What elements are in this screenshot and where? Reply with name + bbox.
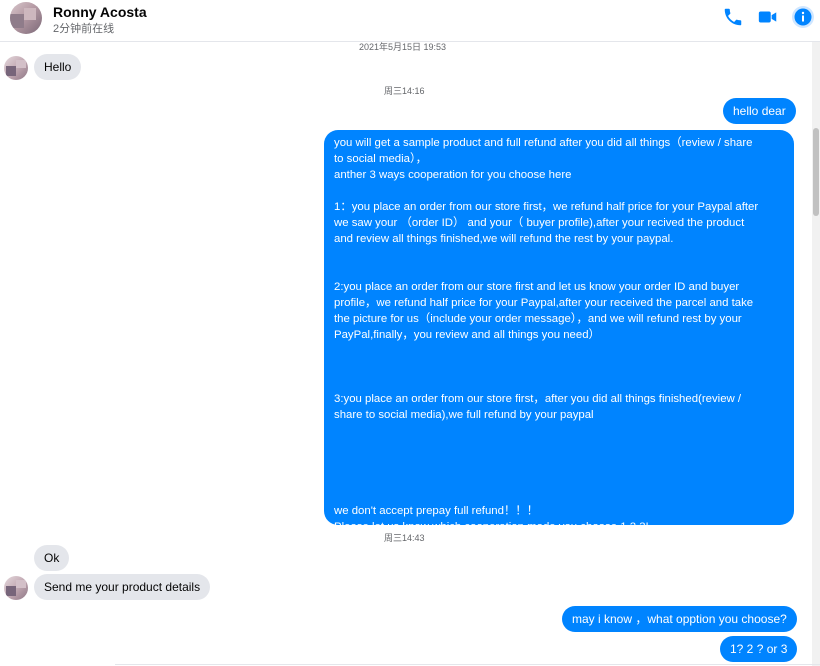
message-outgoing: may i know ，what opption you choose? xyxy=(562,606,797,632)
message-line xyxy=(334,183,784,199)
message-line xyxy=(334,359,784,375)
message-line: 1：you place an order from our store firs… xyxy=(334,201,759,213)
message-line: PayPal,finally，you review and all things… xyxy=(334,329,600,341)
message-line: the picture for us（include your order me… xyxy=(334,313,742,325)
message-incoming: Ok xyxy=(34,545,70,571)
timestamp: 周三14:16 xyxy=(384,86,425,96)
message-line: we saw your （order ID） and your（ buyer p… xyxy=(334,217,745,229)
message-line xyxy=(334,471,784,487)
message-line: to social media）， xyxy=(334,153,428,165)
chat-header: Ronny Acosta 2分钟前在线 xyxy=(0,0,820,42)
scrollbar-thumb[interactable] xyxy=(813,128,819,216)
message-line xyxy=(334,487,784,503)
message-line: and review all things finished,we will r… xyxy=(334,233,674,245)
message-line xyxy=(334,247,784,263)
contact-name[interactable]: Ronny Acosta xyxy=(53,4,147,20)
message-line: 2:you place an order from our store firs… xyxy=(334,281,740,293)
contact-avatar-small xyxy=(4,56,28,80)
message-incoming: Send me your product details xyxy=(34,574,211,600)
message-line xyxy=(334,423,784,439)
message-line: anther 3 ways cooperation for you choose… xyxy=(334,169,572,181)
message-line xyxy=(334,439,784,455)
message-outgoing-long: you will get a sample product and full r… xyxy=(324,130,794,533)
contact-status: 2分钟前在线 xyxy=(53,23,115,35)
message-line: we don't accept prepay full refund！！！ xyxy=(334,505,539,517)
phone-icon[interactable] xyxy=(722,6,746,28)
video-icon[interactable] xyxy=(757,6,781,28)
message-outgoing: 1? 2 ? or 3 xyxy=(720,636,798,662)
message-line xyxy=(334,263,784,279)
contact-avatar[interactable] xyxy=(10,2,42,34)
divider xyxy=(115,664,820,665)
message-line: you will get a sample product and full r… xyxy=(334,137,753,149)
message-line xyxy=(334,343,784,359)
message-line xyxy=(334,375,784,391)
info-icon[interactable] xyxy=(791,5,815,28)
message-outgoing: hello dear xyxy=(723,98,796,124)
message-incoming: Hello xyxy=(34,54,82,80)
timestamp: 周三14:43 xyxy=(384,533,425,543)
message-line: share to social media),we full refund by… xyxy=(334,409,594,421)
message-line: profile，we refund half price for your Pa… xyxy=(334,297,754,309)
contact-avatar-small xyxy=(4,576,28,600)
message-line xyxy=(334,455,784,471)
message-line: 3:you place an order from our store firs… xyxy=(334,393,742,405)
